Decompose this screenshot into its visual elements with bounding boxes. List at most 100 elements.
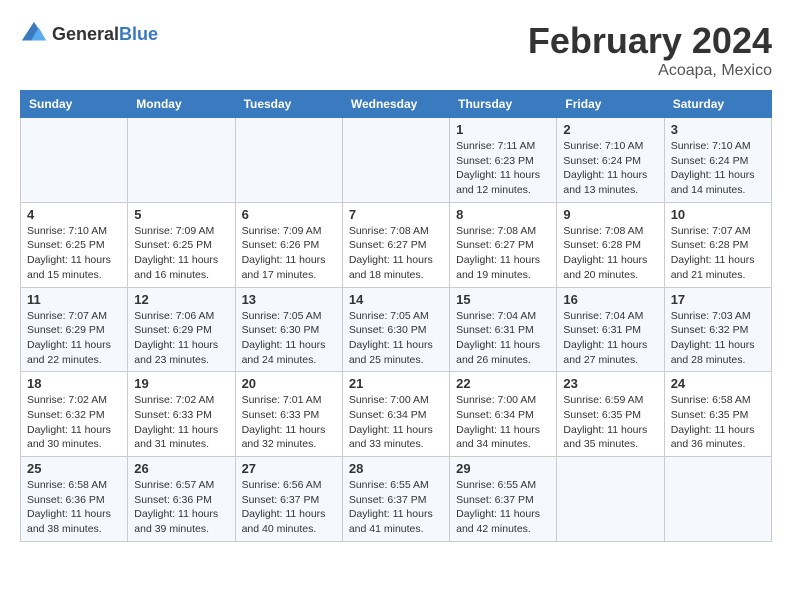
- calendar-cell: 17 Sunrise: 7:03 AM Sunset: 6:32 PM Dayli…: [664, 287, 771, 372]
- calendar-cell: 23 Sunrise: 6:59 AM Sunset: 6:35 PM Dayli…: [557, 372, 664, 457]
- day-number: 14: [349, 292, 443, 307]
- weekday-header: Monday: [128, 91, 235, 118]
- weekday-header: Sunday: [21, 91, 128, 118]
- day-number: 15: [456, 292, 550, 307]
- logo-general: General: [52, 24, 119, 44]
- calendar-cell: 12 Sunrise: 7:06 AM Sunset: 6:29 PM Dayli…: [128, 287, 235, 372]
- day-info: Sunrise: 6:59 AM Sunset: 6:35 PM Dayligh…: [563, 393, 657, 452]
- calendar-cell: 13Sunrise: 7:05 AM Sunset: 6:30 PM Dayli…: [235, 287, 342, 372]
- calendar-cell: 15 Sunrise: 7:04 AM Sunset: 6:31 PM Dayli…: [450, 287, 557, 372]
- calendar-cell: 20Sunrise: 7:01 AM Sunset: 6:33 PM Dayli…: [235, 372, 342, 457]
- calendar-cell: 21Sunrise: 7:00 AM Sunset: 6:34 PM Dayli…: [342, 372, 449, 457]
- weekday-header: Friday: [557, 91, 664, 118]
- page-header: GeneralBlue February 2024 Acoapa, Mexico: [20, 20, 772, 80]
- calendar-cell: 14 Sunrise: 7:05 AM Sunset: 6:30 PM Dayli…: [342, 287, 449, 372]
- day-info: Sunrise: 7:02 AM Sunset: 6:32 PM Dayligh…: [27, 393, 121, 452]
- day-number: 22: [456, 376, 550, 391]
- day-number: 19: [134, 376, 228, 391]
- day-info: Sunrise: 7:10 AM Sunset: 6:25 PM Dayligh…: [27, 224, 121, 283]
- day-number: 1: [456, 122, 550, 137]
- day-info: Sunrise: 7:10 AM Sunset: 6:24 PM Dayligh…: [671, 139, 765, 198]
- calendar-cell: 19 Sunrise: 7:02 AM Sunset: 6:33 PM Dayli…: [128, 372, 235, 457]
- day-number: 28: [349, 461, 443, 476]
- day-info: Sunrise: 7:07 AM Sunset: 6:28 PM Dayligh…: [671, 224, 765, 283]
- day-info: Sunrise: 7:05 AM Sunset: 6:30 PM Dayligh…: [349, 309, 443, 368]
- day-info: Sunrise: 7:10 AM Sunset: 6:24 PM Dayligh…: [563, 139, 657, 198]
- calendar-cell: 11 Sunrise: 7:07 AM Sunset: 6:29 PM Dayli…: [21, 287, 128, 372]
- day-number: 9: [563, 207, 657, 222]
- calendar-cell: 16 Sunrise: 7:04 AM Sunset: 6:31 PM Dayli…: [557, 287, 664, 372]
- day-info: Sunrise: 7:09 AM Sunset: 6:26 PM Dayligh…: [242, 224, 336, 283]
- page-title: February 2024: [528, 20, 772, 62]
- day-info: Sunrise: 7:08 AM Sunset: 6:28 PM Dayligh…: [563, 224, 657, 283]
- day-number: 3: [671, 122, 765, 137]
- day-number: 24: [671, 376, 765, 391]
- day-number: 5: [134, 207, 228, 222]
- calendar-cell: 4 Sunrise: 7:10 AM Sunset: 6:25 PM Daylig…: [21, 202, 128, 287]
- calendar-header-row: SundayMondayTuesdayWednesdayThursdayFrid…: [21, 91, 772, 118]
- day-info: Sunrise: 6:58 AM Sunset: 6:36 PM Dayligh…: [27, 478, 121, 537]
- day-number: 20: [242, 376, 336, 391]
- day-number: 16: [563, 292, 657, 307]
- weekday-header: Thursday: [450, 91, 557, 118]
- day-info: Sunrise: 6:55 AM Sunset: 6:37 PM Dayligh…: [349, 478, 443, 537]
- day-info: Sunrise: 7:03 AM Sunset: 6:32 PM Dayligh…: [671, 309, 765, 368]
- calendar-cell: 7 Sunrise: 7:08 AM Sunset: 6:27 PM Daylig…: [342, 202, 449, 287]
- calendar-cell: 27Sunrise: 6:56 AM Sunset: 6:37 PM Dayli…: [235, 457, 342, 542]
- calendar-cell: 10 Sunrise: 7:07 AM Sunset: 6:28 PM Dayli…: [664, 202, 771, 287]
- day-number: 26: [134, 461, 228, 476]
- page-location: Acoapa, Mexico: [528, 62, 772, 80]
- day-info: Sunrise: 6:58 AM Sunset: 6:35 PM Dayligh…: [671, 393, 765, 452]
- calendar-cell: 29 Sunrise: 6:55 AM Sunset: 6:37 PM Dayli…: [450, 457, 557, 542]
- day-number: 8: [456, 207, 550, 222]
- calendar-week-row: 25 Sunrise: 6:58 AM Sunset: 6:36 PM Dayli…: [21, 457, 772, 542]
- calendar-cell: 2 Sunrise: 7:10 AM Sunset: 6:24 PM Daylig…: [557, 118, 664, 203]
- day-number: 11: [27, 292, 121, 307]
- weekday-header: Saturday: [664, 91, 771, 118]
- day-info: Sunrise: 6:55 AM Sunset: 6:37 PM Dayligh…: [456, 478, 550, 537]
- calendar-cell: 26 Sunrise: 6:57 AM Sunset: 6:36 PM Dayli…: [128, 457, 235, 542]
- day-info: Sunrise: 6:57 AM Sunset: 6:36 PM Dayligh…: [134, 478, 228, 537]
- day-number: 23: [563, 376, 657, 391]
- calendar-cell: 18 Sunrise: 7:02 AM Sunset: 6:32 PM Dayli…: [21, 372, 128, 457]
- calendar-cell: 24 Sunrise: 6:58 AM Sunset: 6:35 PM Dayli…: [664, 372, 771, 457]
- day-number: 13: [242, 292, 336, 307]
- day-number: 2: [563, 122, 657, 137]
- calendar-table: SundayMondayTuesdayWednesdayThursdayFrid…: [20, 90, 772, 542]
- calendar-cell: 28 Sunrise: 6:55 AM Sunset: 6:37 PM Dayli…: [342, 457, 449, 542]
- calendar-cell: 8 Sunrise: 7:08 AM Sunset: 6:27 PM Daylig…: [450, 202, 557, 287]
- weekday-header: Tuesday: [235, 91, 342, 118]
- day-number: 29: [456, 461, 550, 476]
- title-block: February 2024 Acoapa, Mexico: [528, 20, 772, 80]
- day-info: Sunrise: 7:06 AM Sunset: 6:29 PM Dayligh…: [134, 309, 228, 368]
- day-info: Sunrise: 7:07 AM Sunset: 6:29 PM Dayligh…: [27, 309, 121, 368]
- day-number: 17: [671, 292, 765, 307]
- calendar-week-row: 4 Sunrise: 7:10 AM Sunset: 6:25 PM Daylig…: [21, 202, 772, 287]
- day-info: Sunrise: 7:08 AM Sunset: 6:27 PM Dayligh…: [349, 224, 443, 283]
- day-number: 25: [27, 461, 121, 476]
- calendar-cell: 3 Sunrise: 7:10 AM Sunset: 6:24 PM Daylig…: [664, 118, 771, 203]
- calendar-cell: [21, 118, 128, 203]
- calendar-cell: [557, 457, 664, 542]
- calendar-week-row: 1Sunrise: 7:11 AM Sunset: 6:23 PM Daylig…: [21, 118, 772, 203]
- day-number: 4: [27, 207, 121, 222]
- day-number: 6: [242, 207, 336, 222]
- day-number: 7: [349, 207, 443, 222]
- calendar-cell: 5Sunrise: 7:09 AM Sunset: 6:25 PM Daylig…: [128, 202, 235, 287]
- day-info: Sunrise: 6:56 AM Sunset: 6:37 PM Dayligh…: [242, 478, 336, 537]
- day-number: 10: [671, 207, 765, 222]
- day-info: Sunrise: 7:08 AM Sunset: 6:27 PM Dayligh…: [456, 224, 550, 283]
- day-number: 21: [349, 376, 443, 391]
- calendar-cell: [128, 118, 235, 203]
- calendar-week-row: 11 Sunrise: 7:07 AM Sunset: 6:29 PM Dayli…: [21, 287, 772, 372]
- day-info: Sunrise: 7:02 AM Sunset: 6:33 PM Dayligh…: [134, 393, 228, 452]
- day-info: Sunrise: 7:04 AM Sunset: 6:31 PM Dayligh…: [456, 309, 550, 368]
- calendar-cell: 1Sunrise: 7:11 AM Sunset: 6:23 PM Daylig…: [450, 118, 557, 203]
- calendar-cell: [235, 118, 342, 203]
- day-number: 12: [134, 292, 228, 307]
- calendar-cell: 6 Sunrise: 7:09 AM Sunset: 6:26 PM Daylig…: [235, 202, 342, 287]
- calendar-cell: [342, 118, 449, 203]
- day-number: 18: [27, 376, 121, 391]
- day-info: Sunrise: 7:04 AM Sunset: 6:31 PM Dayligh…: [563, 309, 657, 368]
- weekday-header: Wednesday: [342, 91, 449, 118]
